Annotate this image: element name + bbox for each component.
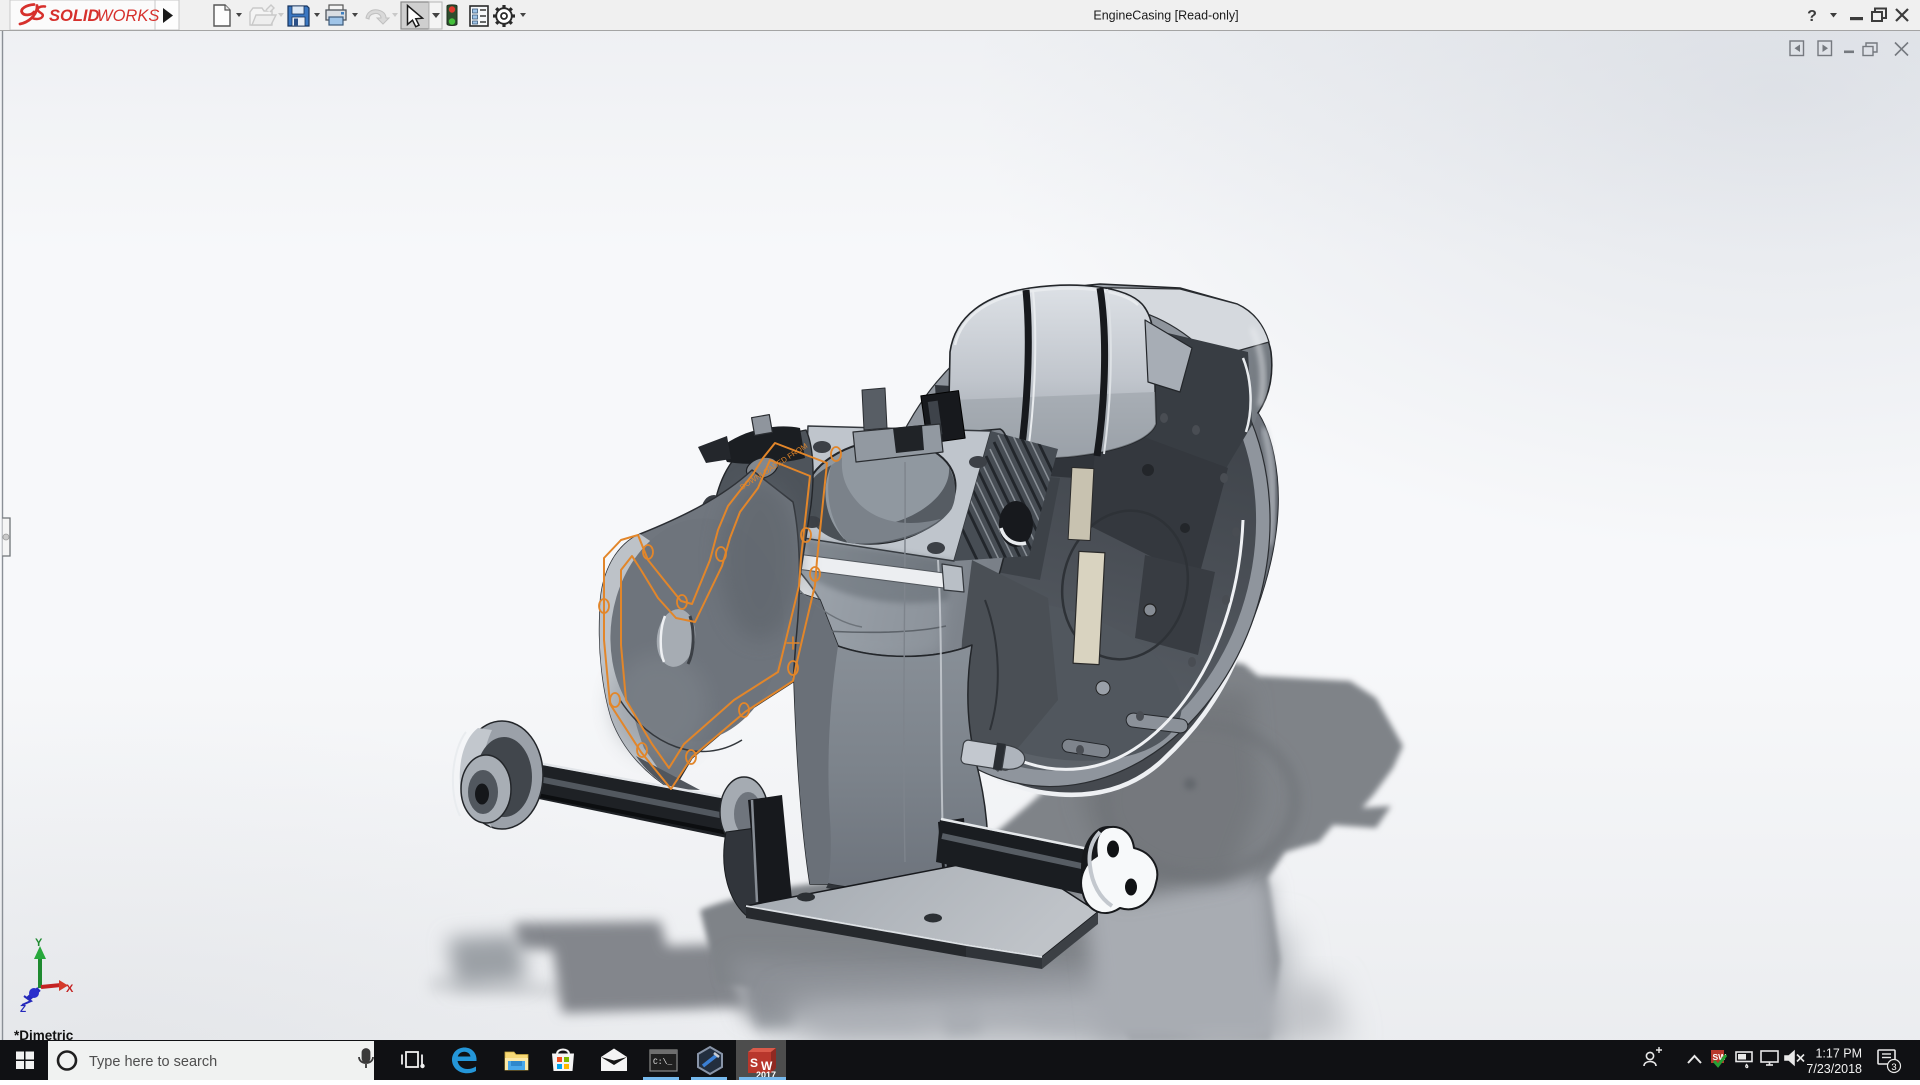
svg-text:X: X	[66, 983, 74, 995]
svg-text:?: ?	[1807, 8, 1817, 25]
svg-text:S: S	[750, 1056, 758, 1070]
svg-text:Type here to search: Type here to search	[89, 1054, 217, 1070]
svg-text:WORKS: WORKS	[97, 7, 159, 25]
svg-text:1:17 PM: 1:17 PM	[1815, 1047, 1862, 1061]
svg-text:SOLID: SOLID	[49, 7, 100, 25]
svg-text:C:\_: C:\_	[653, 1058, 672, 1067]
svg-text:3: 3	[1891, 1062, 1896, 1073]
svg-text:Y: Y	[35, 937, 43, 949]
svg-text:Z: Z	[20, 1004, 26, 1015]
svg-text:EngineCasing [Read-only]: EngineCasing [Read-only]	[1093, 9, 1238, 23]
svg-text:7/23/2018: 7/23/2018	[1806, 1062, 1862, 1076]
